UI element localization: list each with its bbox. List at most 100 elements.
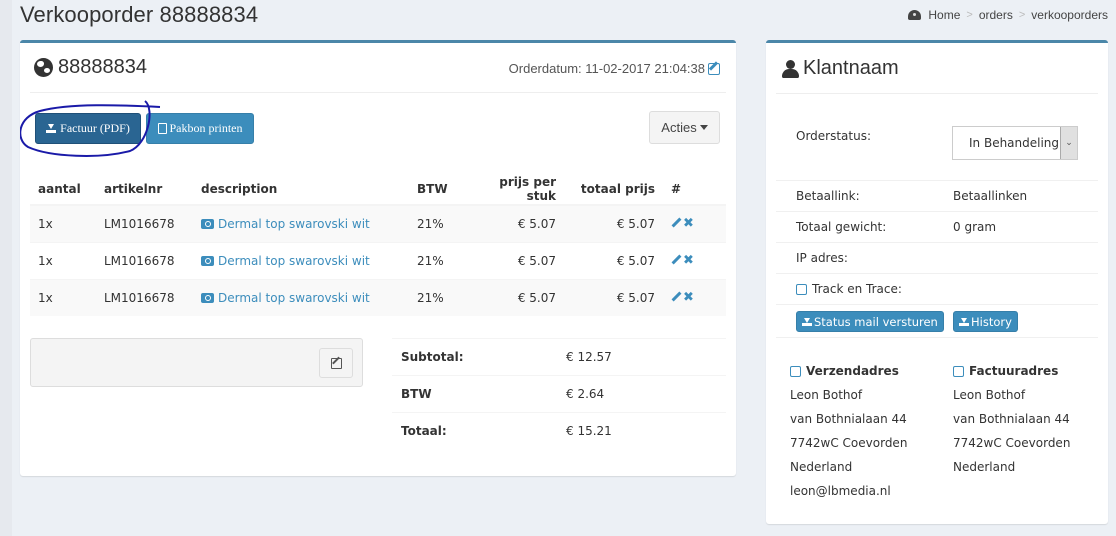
pencil-icon[interactable] — [671, 291, 682, 302]
customer-title: Klantnaam — [782, 57, 899, 80]
customer-name: Klantnaam — [803, 57, 899, 79]
verzendadres-title: Verzendadres — [806, 364, 899, 378]
edit-note-button[interactable] — [319, 348, 353, 378]
breadcrumb: Home > orders > verkooporders — [908, 8, 1108, 22]
col-actions: # — [663, 173, 726, 206]
factuuradres-heading[interactable]: Factuuradres — [953, 359, 1070, 383]
acties-dropdown-button[interactable]: Acties — [649, 111, 720, 144]
edit-icon — [953, 365, 964, 377]
edit-icon — [330, 357, 342, 369]
col-aantal: aantal — [30, 173, 96, 206]
cell-aantal: 1x — [30, 204, 96, 242]
edit-icon[interactable] — [708, 62, 720, 75]
product-link[interactable]: Dermal top swarovski wit — [218, 217, 370, 231]
pencil-icon[interactable] — [671, 217, 682, 228]
cell-totaal: € 5.07 — [564, 241, 663, 279]
verzendadres-heading[interactable]: Verzendadres — [790, 359, 907, 383]
pakbon-printen-label: Pakbon printen — [169, 121, 243, 135]
order-items-table: aantal artikelnr description BTW prijs p… — [30, 173, 726, 316]
address-line: Leon Bothof — [953, 388, 1026, 402]
user-icon — [782, 59, 799, 78]
totals-row-totaal: Totaal: € 15.21 — [392, 412, 726, 450]
col-prijs-per-stuk: prijs per stuk — [469, 173, 564, 206]
orderstatus-select[interactable]: In Behandeling ⌄ — [952, 126, 1078, 160]
acties-label: Acties — [661, 120, 697, 135]
delete-x-icon[interactable]: ✖ — [683, 253, 694, 268]
address-line: 7742wC Coevorden — [790, 436, 908, 450]
cell-description: Dermal top swarovski wit — [193, 204, 409, 242]
track-trace-row: Track en Trace: — [776, 274, 1098, 305]
caret-down-icon — [699, 125, 708, 130]
customer-box: Klantnaam Orderstatus: In Behandeling ⌄ … — [766, 40, 1108, 524]
cell-artikelnr: LM1016678 — [96, 278, 193, 316]
delete-x-icon[interactable]: ✖ — [683, 216, 694, 231]
totals-row-btw: BTW € 2.64 — [392, 375, 726, 413]
delete-x-icon[interactable]: ✖ — [683, 290, 694, 305]
track-trace-label: Track en Trace: — [812, 282, 902, 296]
address-line: Nederland — [953, 460, 1016, 474]
betaallinken-link[interactable]: Betaallinken — [953, 189, 1027, 203]
chevron-down-icon: ⌄ — [1060, 127, 1077, 159]
cell-prijs: € 5.07 — [469, 241, 564, 279]
table-row: 1x LM1016678 Dermal top swarovski wit 21… — [30, 241, 726, 279]
camera-icon[interactable] — [201, 255, 214, 266]
customer-actions-row: Status mail versturen History — [776, 305, 1098, 338]
orderstatus-row: Orderstatus: In Behandeling ⌄ — [776, 109, 1098, 181]
totals-row-subtotal: Subtotal: € 12.57 — [392, 338, 726, 376]
page-edge — [0, 0, 12, 536]
download-icon — [46, 124, 57, 133]
product-link[interactable]: Dermal top swarovski wit — [218, 254, 370, 268]
table-row: 1x LM1016678 Dermal top swarovski wit 21… — [30, 278, 726, 316]
download-icon — [802, 317, 812, 326]
file-pdf-icon — [157, 123, 167, 134]
dashboard-icon — [908, 10, 922, 20]
factuur-pdf-label: Factuur (PDF) — [60, 121, 130, 135]
gewicht-label: Totaal gewicht: — [796, 220, 887, 234]
table-row: 1x LM1016678 Dermal top swarovski wit 21… — [30, 204, 726, 242]
cell-artikelnr: LM1016678 — [96, 204, 193, 242]
address-line: van Bothnialaan 44 — [953, 412, 1070, 426]
address-line: 7742wC Coevorden — [953, 436, 1071, 450]
cell-prijs: € 5.07 — [469, 278, 564, 316]
breadcrumb-separator: > — [1018, 9, 1026, 21]
status-mail-label: Status mail versturen — [814, 314, 938, 329]
breadcrumb-home[interactable]: Home — [928, 8, 960, 22]
address-line: van Bothnialaan 44 — [790, 412, 907, 426]
order-title: 88888834 — [34, 56, 147, 79]
order-date-label: Orderdatum: 11-02-2017 21:04:38 — [508, 61, 705, 76]
camera-icon[interactable] — [201, 218, 214, 229]
order-number: 88888834 — [58, 56, 147, 78]
breadcrumb-verkooporders: verkooporders — [1031, 8, 1108, 22]
customer-box-header: Klantnaam — [776, 43, 1098, 94]
cell-actions: ✖ — [663, 241, 726, 279]
cell-btw: 21% — [409, 241, 469, 279]
table-header-row: aantal artikelnr description BTW prijs p… — [30, 173, 726, 206]
betaallink-row: Betaallink: Betaallinken — [776, 181, 1098, 212]
col-btw: BTW — [409, 173, 469, 206]
breadcrumb-orders[interactable]: orders — [979, 8, 1013, 22]
pencil-icon[interactable] — [671, 254, 682, 265]
orderstatus-label: Orderstatus: — [796, 129, 872, 143]
edit-icon — [796, 283, 807, 295]
totaal-value: € 15.21 — [557, 412, 726, 450]
breadcrumb-separator: > — [966, 9, 973, 21]
orderstatus-value: In Behandeling — [969, 136, 1060, 150]
col-description: description — [193, 173, 409, 206]
cell-totaal: € 5.07 — [564, 278, 663, 316]
pakbon-printen-button[interactable]: Pakbon printen — [146, 113, 254, 144]
history-button[interactable]: History — [953, 311, 1018, 332]
cell-aantal: 1x — [30, 241, 96, 279]
subtotal-label: Subtotal: — [392, 338, 557, 376]
camera-icon[interactable] — [201, 292, 214, 303]
order-box: 88888834 Orderdatum: 11-02-2017 21:04:38… — [20, 40, 736, 476]
factuur-pdf-button[interactable]: Factuur (PDF) — [35, 113, 141, 144]
ip-label: IP adres: — [796, 251, 848, 265]
order-date: Orderdatum: 11-02-2017 21:04:38 — [509, 61, 720, 76]
track-trace-label-wrap[interactable]: Track en Trace: — [796, 282, 902, 296]
status-mail-button[interactable]: Status mail versturen — [796, 311, 944, 332]
cell-btw: 21% — [409, 278, 469, 316]
cell-description: Dermal top swarovski wit — [193, 278, 409, 316]
product-link[interactable]: Dermal top swarovski wit — [218, 291, 370, 305]
gewicht-row: Totaal gewicht: 0 gram — [776, 212, 1098, 243]
gewicht-value: 0 gram — [953, 220, 997, 234]
